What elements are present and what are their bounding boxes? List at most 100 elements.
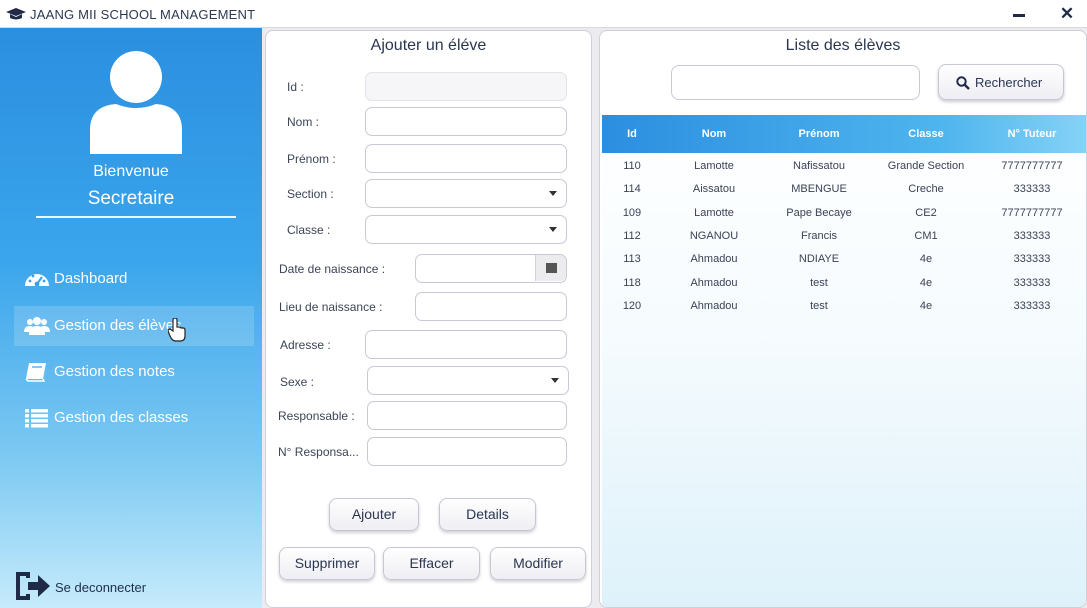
students-table: Id Nom Prénom Classe N° Tuteur 110 Lamot… bbox=[602, 115, 1086, 607]
cell-prenom: NDIAYE bbox=[798, 253, 840, 265]
cell-id: 110 bbox=[623, 160, 641, 172]
form-title: Ajouter un éléve bbox=[370, 37, 487, 54]
lieu-naissance-label: Lieu de naissance : bbox=[279, 300, 383, 314]
column-header-prenom[interactable]: Prénom bbox=[769, 128, 869, 140]
table-row[interactable]: 113 Ahmadou NDIAYE 4e 333333 bbox=[602, 249, 1086, 272]
column-header-classe[interactable]: Classe bbox=[876, 128, 976, 140]
student-list-panel: Liste des élèves Rechercher Id Nom Préno… bbox=[599, 30, 1087, 608]
logout-icon bbox=[16, 572, 50, 600]
search-button-label: Rechercher bbox=[975, 75, 1043, 90]
cell-prenom: Pape Becaye bbox=[786, 207, 852, 219]
section-select[interactable] bbox=[365, 179, 567, 208]
cell-tuteur: 333333 bbox=[1013, 230, 1051, 242]
sidebar: Bienvenue Secretaire Dashboard Gestion d… bbox=[0, 28, 262, 608]
column-header-nom[interactable]: Nom bbox=[664, 128, 764, 140]
cell-tuteur: 333333 bbox=[1013, 300, 1051, 312]
list-icon bbox=[25, 409, 48, 428]
chevron-down-icon bbox=[549, 191, 557, 196]
cell-tuteur: 7777777777 bbox=[1001, 160, 1063, 172]
date-naissance-label: Date de naissance : bbox=[279, 262, 386, 276]
table-row[interactable]: 112 NGANOU Francis CM1 333333 bbox=[602, 226, 1086, 249]
cell-nom: NGANOU bbox=[689, 230, 739, 242]
nom-label: Nom : bbox=[287, 115, 320, 129]
date-naissance-picker[interactable] bbox=[415, 254, 567, 283]
cell-classe: 4e bbox=[919, 253, 933, 265]
window-title: JAANG MII SCHOOL MANAGEMENT bbox=[30, 7, 256, 22]
search-button[interactable]: Rechercher bbox=[938, 64, 1064, 100]
prenom-label: Prénom : bbox=[287, 152, 336, 166]
search-input[interactable] bbox=[671, 65, 920, 100]
add-student-form: Ajouter un éléve Id : Nom : Prénom : Sec… bbox=[265, 30, 592, 608]
cell-nom: Ahmadou bbox=[690, 253, 738, 265]
effacer-button[interactable]: Effacer bbox=[383, 547, 480, 580]
close-button[interactable]: ✕ bbox=[1056, 3, 1078, 25]
cell-tuteur: 333333 bbox=[1013, 277, 1051, 289]
num-responsable-label: N° Responsa... bbox=[278, 445, 359, 459]
logout-button[interactable]: Se deconnecter bbox=[14, 568, 214, 602]
sidebar-item-label: Dashboard bbox=[54, 270, 128, 287]
table-row[interactable]: 109 Lamotte Pape Becaye CE2 7777777777 bbox=[602, 203, 1086, 226]
welcome-text: Bienvenue bbox=[93, 163, 169, 180]
calendar-icon[interactable] bbox=[535, 255, 566, 281]
classe-select[interactable] bbox=[365, 215, 567, 244]
table-row[interactable]: 114 Aissatou MBENGUE Creche 333333 bbox=[602, 179, 1086, 202]
cell-prenom: Nafissatou bbox=[793, 160, 845, 172]
cell-prenom: MBENGUE bbox=[791, 183, 847, 195]
adresse-field[interactable] bbox=[365, 330, 567, 359]
cell-classe: 4e bbox=[919, 300, 933, 312]
cell-classe: CM1 bbox=[914, 230, 938, 242]
cell-prenom: test bbox=[810, 277, 828, 289]
search-icon bbox=[956, 76, 970, 90]
sidebar-item-label: Gestion des élèves bbox=[54, 317, 182, 334]
cell-nom: Ahmadou bbox=[690, 277, 738, 289]
prenom-field[interactable] bbox=[365, 144, 567, 173]
chevron-down-icon bbox=[549, 227, 557, 232]
ajouter-button[interactable]: Ajouter bbox=[329, 498, 419, 531]
cell-id: 114 bbox=[623, 183, 641, 195]
minimize-button[interactable] bbox=[1008, 3, 1030, 25]
column-header-tuteur[interactable]: N° Tuteur bbox=[982, 128, 1082, 140]
sidebar-item-gestion-eleves[interactable]: Gestion des élèves bbox=[14, 306, 254, 346]
cell-tuteur: 333333 bbox=[1013, 253, 1051, 265]
modifier-button[interactable]: Modifier bbox=[490, 547, 586, 580]
cell-nom: Aissatou bbox=[692, 183, 736, 195]
sexe-select[interactable] bbox=[367, 366, 569, 395]
section-label: Section : bbox=[287, 187, 334, 201]
sidebar-item-dashboard[interactable]: Dashboard bbox=[14, 259, 254, 299]
lieu-naissance-field[interactable] bbox=[415, 292, 567, 321]
cell-classe: 4e bbox=[919, 277, 933, 289]
cell-tuteur: 333333 bbox=[1013, 183, 1051, 195]
responsable-field[interactable] bbox=[367, 401, 567, 430]
user-avatar-icon bbox=[90, 51, 182, 154]
user-role: Secretaire bbox=[87, 188, 175, 209]
table-row[interactable]: 110 Lamotte Nafissatou Grande Section 77… bbox=[602, 156, 1086, 179]
column-header-id[interactable]: Id bbox=[602, 128, 662, 140]
num-responsable-field[interactable] bbox=[367, 437, 567, 466]
dashboard-icon bbox=[25, 274, 49, 287]
cell-id: 113 bbox=[623, 253, 641, 265]
nom-field[interactable] bbox=[365, 107, 567, 136]
table-header: Id Nom Prénom Classe N° Tuteur bbox=[602, 115, 1086, 153]
cell-nom: Lamotte bbox=[694, 207, 734, 219]
table-row[interactable]: 120 Ahmadou test 4e 333333 bbox=[602, 296, 1086, 319]
cell-id: 112 bbox=[623, 230, 641, 242]
cell-nom: Lamotte bbox=[694, 160, 734, 172]
sidebar-item-label: Gestion des notes bbox=[54, 363, 175, 380]
details-button[interactable]: Details bbox=[439, 498, 536, 531]
logout-label: Se deconnecter bbox=[55, 580, 147, 595]
sidebar-item-gestion-classes[interactable]: Gestion des classes bbox=[14, 398, 254, 438]
cell-tuteur: 7777777777 bbox=[1001, 207, 1063, 219]
hand-cursor-icon bbox=[168, 318, 186, 342]
list-title: Liste des élèves bbox=[785, 37, 901, 54]
supprimer-button[interactable]: Supprimer bbox=[279, 547, 375, 580]
cell-id: 118 bbox=[623, 277, 641, 289]
cell-id: 120 bbox=[622, 300, 642, 312]
responsable-label: Responsable : bbox=[278, 409, 355, 423]
sidebar-item-gestion-notes[interactable]: Gestion des notes bbox=[14, 352, 254, 392]
id-field[interactable] bbox=[365, 72, 567, 101]
cell-prenom: test bbox=[810, 300, 828, 312]
book-icon bbox=[25, 363, 46, 382]
cell-id: 109 bbox=[622, 207, 642, 219]
id-label: Id : bbox=[287, 80, 304, 94]
table-row[interactable]: 118 Ahmadou test 4e 333333 bbox=[602, 273, 1086, 296]
